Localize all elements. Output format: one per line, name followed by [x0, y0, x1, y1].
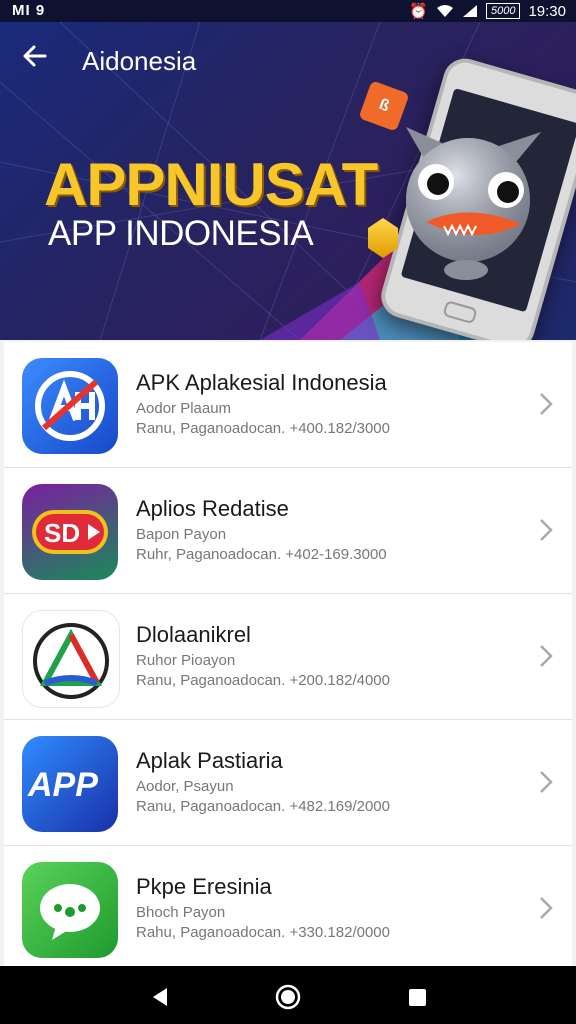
nav-back-button[interactable] [145, 982, 175, 1012]
wifi-icon [436, 5, 453, 17]
sd-play-logo-icon: SD [22, 484, 118, 580]
list-item[interactable]: Pkpe Eresinia Bhoch Payon Rahu, Paganoad… [4, 846, 572, 971]
app-developer: Aodor, Psayun [136, 778, 234, 795]
app-name: Dlolaanikrel [136, 622, 251, 647]
chevron-right-icon [540, 897, 553, 919]
system-nav-bar [0, 966, 576, 1024]
app-name: Aplios Redatise [136, 496, 289, 521]
app-list: APK Aplakesial Indonesia Aodor Plaaum Ra… [4, 342, 572, 971]
battery-icon: 5000 [485, 3, 521, 19]
chevron-right-icon [540, 519, 553, 541]
nav-home-button[interactable] [273, 982, 303, 1012]
chevron-right-icon [540, 645, 553, 667]
app-developer: Bapon Payon [136, 526, 227, 543]
app-info: Ranu, Paganoadocan. +200.182/4000 [136, 672, 390, 689]
list-item[interactable]: APK Aplakesial Indonesia Aodor Plaaum Ra… [4, 342, 572, 468]
signal-icon [462, 5, 477, 17]
back-triangle-icon [153, 988, 167, 1006]
triangle-logo-icon [22, 610, 120, 708]
ah-logo-icon [22, 358, 118, 454]
carrier-label: MI 9 [12, 2, 46, 19]
arrow-left-icon [23, 45, 47, 67]
svg-text:APP: APP [27, 766, 98, 804]
clock: 19:30 [528, 2, 566, 20]
nav-recents-button[interactable] [402, 982, 432, 1012]
banner-subheadline: APP INDONESIA [48, 214, 314, 253]
recents-square-icon [409, 989, 426, 1006]
banner-headline: APPNIUSAT [44, 151, 378, 218]
app-text-logo-icon: APP [22, 736, 118, 832]
list-item[interactable]: SD Aplios Redatise Bapon Payon Ruhr, Pag… [4, 468, 572, 594]
app-name: Aplak Pastiaria [136, 748, 283, 773]
app-info: Ranu, Paganoadocan. +482.169/2000 [136, 798, 390, 815]
chevron-right-icon [540, 771, 553, 793]
hero-banner: Aidonesia APPNIUSAT APP INDONESIA ß [0, 22, 576, 340]
back-button[interactable] [18, 42, 52, 76]
chevron-right-icon [540, 393, 553, 415]
app-developer: Ruhor Pioayon [136, 652, 236, 669]
mascot-illustration [406, 127, 541, 280]
status-icons: ⏰ 5000 19:30 [409, 2, 566, 21]
chat-bubble-logo-icon [22, 862, 118, 958]
app-info: Rahu, Paganoadocan. +330.182/0000 [136, 924, 390, 941]
app-info: Ruhr, Paganoadocan. +402-169.3000 [136, 546, 387, 563]
svg-text:SD: SD [44, 518, 80, 548]
app-developer: Bhoch Payon [136, 904, 226, 921]
page-title: Aidonesia [82, 46, 197, 76]
app-info: Ranu, Paganoadocan. +400.182/3000 [136, 420, 390, 437]
status-bar: MI 9 ⏰ 5000 19:30 [0, 0, 576, 22]
alarm-icon: ⏰ [409, 3, 428, 20]
app-developer: Aodor Plaaum [136, 400, 232, 417]
home-circle-icon [275, 984, 301, 1010]
list-item[interactable]: APP Aplak Pastiaria Aodor, Psayun Ranu, … [4, 720, 572, 846]
list-item[interactable]: Dlolaanikrel Ruhor Pioayon Ranu, Paganoa… [4, 594, 572, 720]
app-name: APK Aplakesial Indonesia [136, 370, 387, 395]
app-name: Pkpe Eresinia [136, 874, 272, 899]
